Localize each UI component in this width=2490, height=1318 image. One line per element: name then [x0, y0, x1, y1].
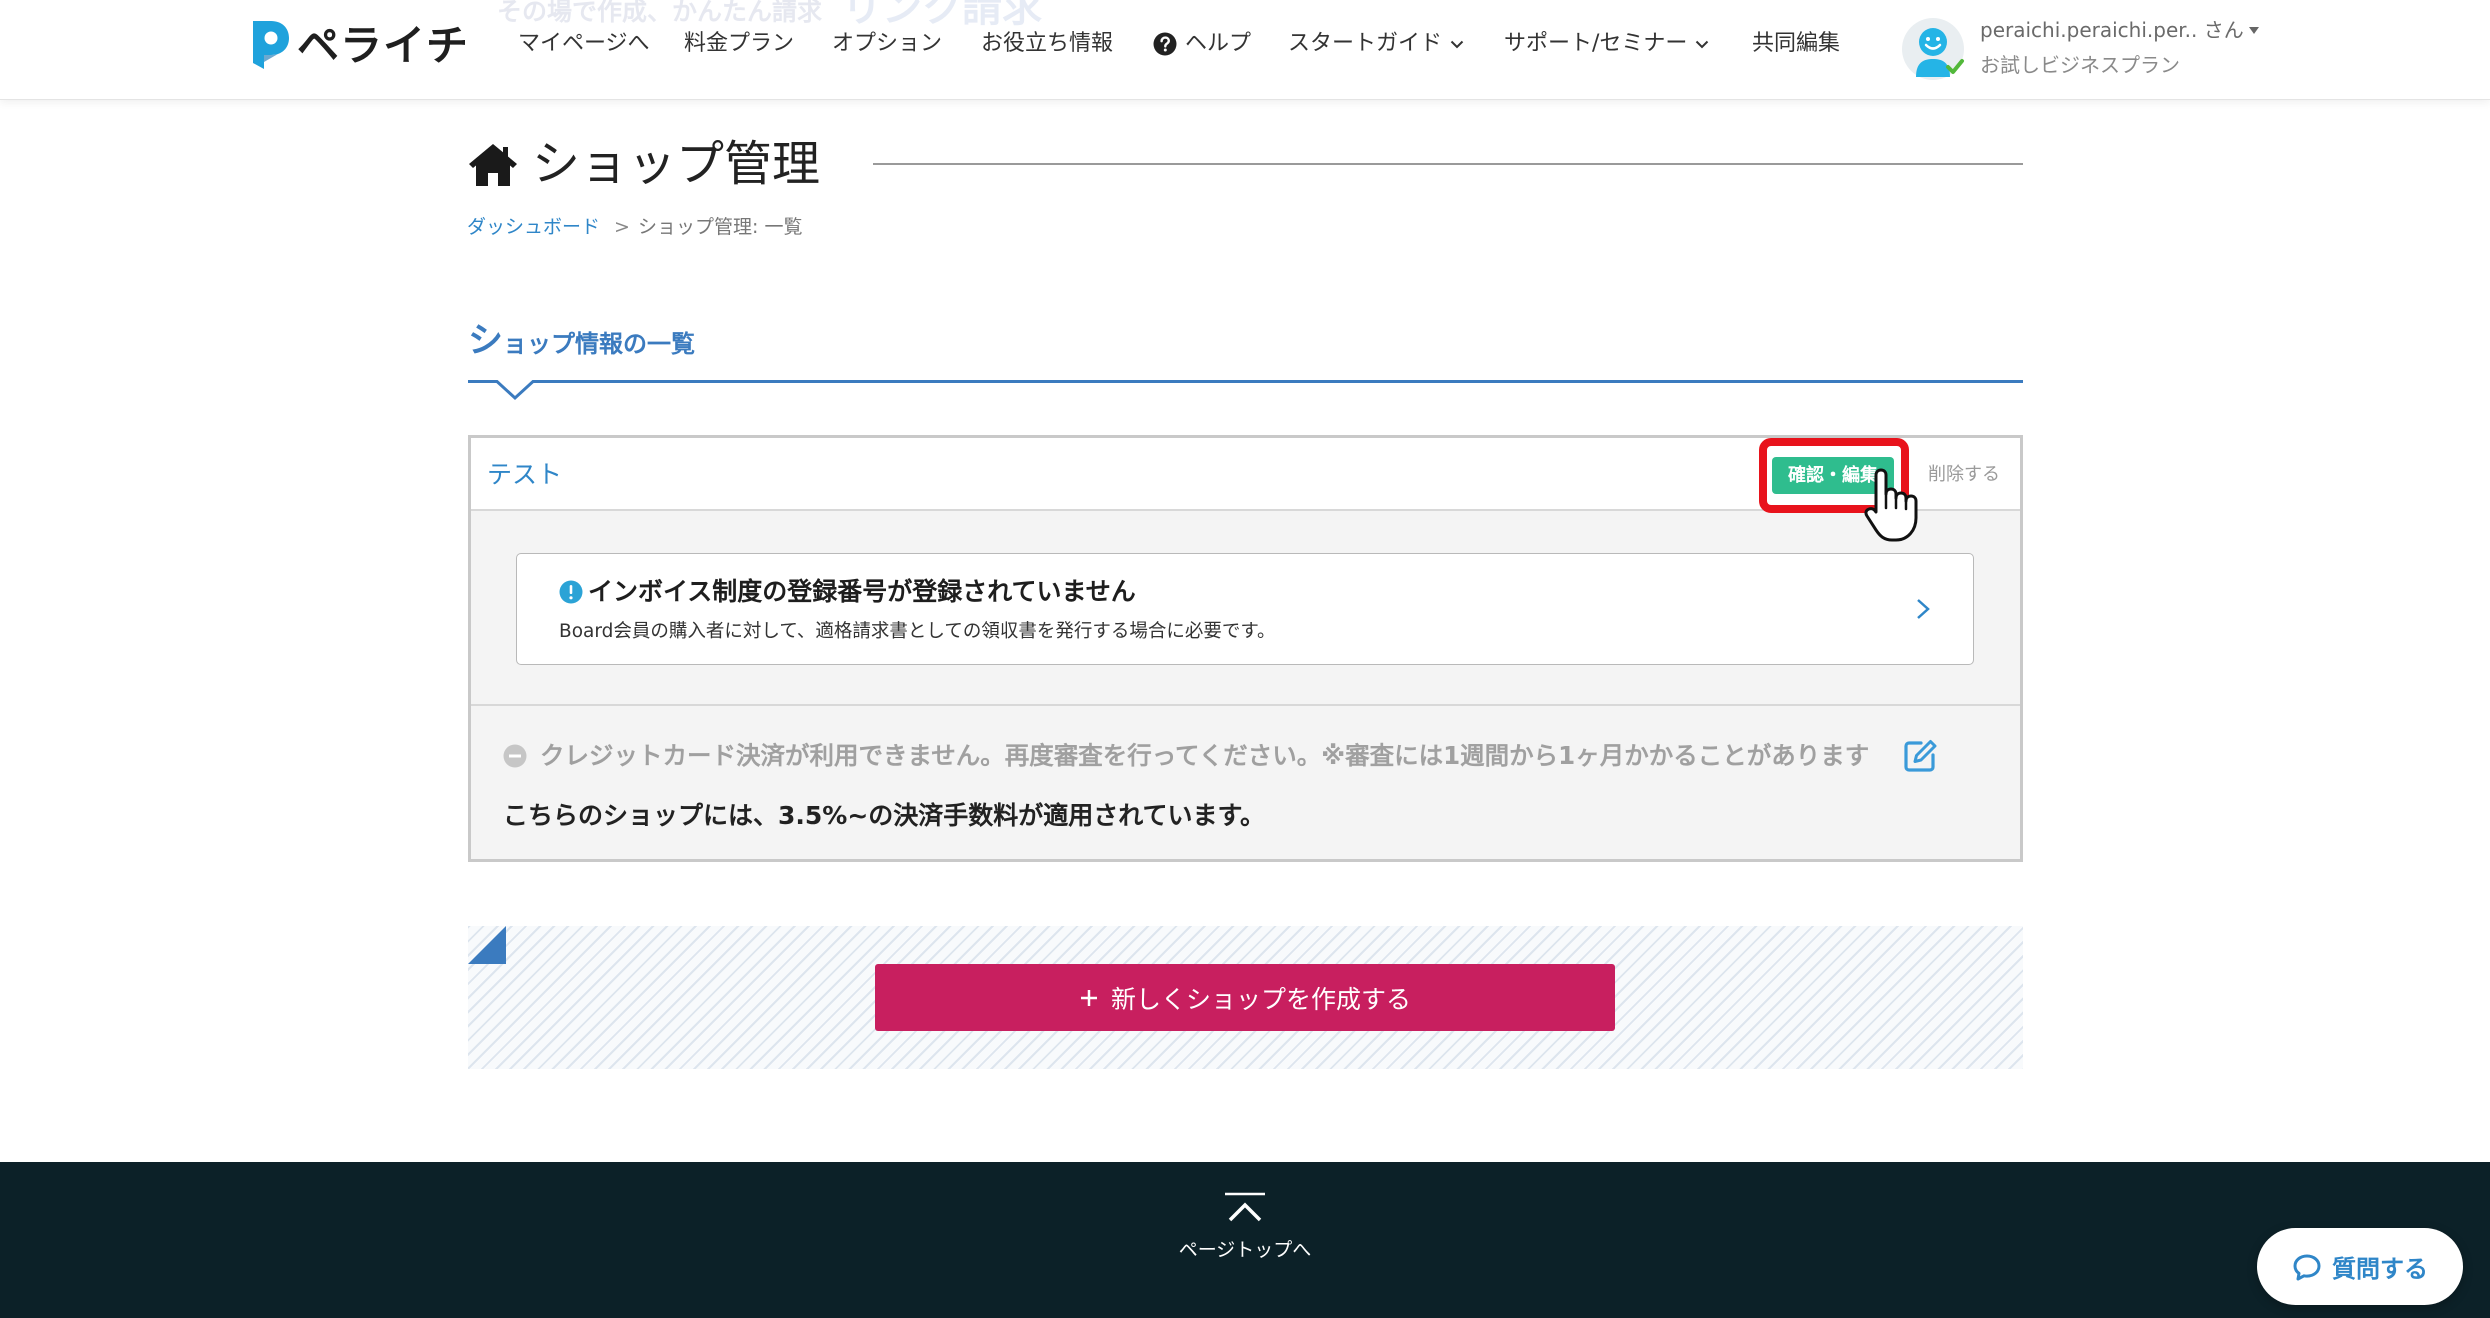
breadcrumb-dashboard[interactable]: ダッシュボード [467, 213, 600, 241]
page-top-link[interactable]: ページトップへ [1145, 1235, 1345, 1265]
nav-label: 料金プラン [684, 31, 795, 56]
invoice-notice[interactable]: インボイス制度の登録番号が登録されていません Board会員の購入者に対して、適… [516, 553, 1974, 665]
title-divider [873, 163, 2023, 165]
ask-question-button[interactable]: 質問する [2257, 1228, 2463, 1305]
corner-triangle-icon [468, 926, 506, 964]
nav-start-guide[interactable]: スタートガイド [1288, 28, 1464, 60]
nav-label: オプション [832, 31, 943, 56]
chevron-down-icon [1450, 40, 1464, 48]
nav-label: 共同編集 [1752, 31, 1841, 56]
chevron-right-icon [1917, 599, 1930, 619]
nav-label: スタートガイド [1288, 31, 1443, 56]
smiley-avatar-icon[interactable] [1901, 17, 1965, 81]
nav-co-editing[interactable]: 共同編集 [1752, 28, 1840, 60]
hand-pointer-icon [1864, 468, 1918, 542]
caret-down-icon [2248, 26, 2259, 34]
nav-mypage[interactable]: マイページへ [518, 28, 650, 60]
breadcrumb-current: ショップ管理: 一覧 [638, 216, 803, 238]
nav-label: マイページへ [518, 31, 650, 56]
create-shop-area: 新しくショップを作成する [468, 926, 2023, 1069]
plus-icon [1080, 989, 1097, 1006]
nav-help[interactable]: ヘルプ [1153, 28, 1251, 60]
help-circle-icon [1153, 32, 1177, 56]
promo-banner-tagline: その場で作成、かんたん請求 [497, 0, 823, 26]
section-notch-icon [493, 377, 537, 401]
page: その場で作成、かんたん請求 リンク請求 ペライチ マイページへ 料金プラン オプ… [0, 0, 2490, 1318]
nav-label: サポート/セミナー [1504, 31, 1688, 56]
edit-icon[interactable] [1901, 737, 1939, 775]
create-shop-button[interactable]: 新しくショップを作成する [875, 964, 1615, 1031]
ask-question-label: 質問する [2332, 1255, 2428, 1283]
nav-options[interactable]: オプション [832, 28, 942, 60]
section-heading: ショップ情報の一覧 [468, 321, 696, 361]
nav-useful-info[interactable]: お役立ち情報 [981, 28, 1113, 60]
chat-bubble-icon [2293, 1254, 2321, 1280]
chevron-up-icon[interactable] [1224, 1192, 1266, 1226]
fee-note: こちらのショップには、3.5%~の決済手数料が適用されています。 [503, 801, 1266, 830]
logo-text[interactable]: ペライチ [297, 20, 469, 72]
info-circle-icon [559, 580, 583, 604]
page-title: ショップ管理 [532, 136, 821, 192]
section-underline [468, 380, 2023, 383]
shop-name-link[interactable]: テスト [487, 459, 562, 491]
chevron-down-icon [1696, 40, 1709, 48]
nav-support-seminar[interactable]: サポート/セミナー [1504, 28, 1709, 60]
user-menu[interactable]: peraichi.peraichi.per.. さん [1980, 15, 2259, 45]
delete-shop-link[interactable]: 削除する [1928, 460, 2000, 490]
card-divider [471, 704, 2020, 706]
create-shop-label: 新しくショップを作成する [1110, 984, 1411, 1014]
user-plan: お試しビジネスプラン [1980, 53, 2180, 77]
user-name: peraichi.peraichi.per.. さん [1980, 18, 2244, 42]
nav-label: お役立ち情報 [981, 31, 1114, 56]
minus-circle-icon [503, 744, 527, 768]
notice-title: インボイス制度の登録番号が登録されていません [588, 577, 1136, 606]
peraichi-p-logo-icon[interactable] [249, 18, 291, 72]
notice-description: Board会員の購入者に対して、適格請求書としての領収書を発行する場合に必要です… [559, 621, 1276, 642]
nav-pricing[interactable]: 料金プラン [684, 28, 794, 60]
footer: ページトップへ [0, 1162, 2490, 1318]
credit-card-status: クレジットカード決済が利用できません。再度審査を行ってください。※審査には1週間… [540, 741, 1870, 770]
home-icon [469, 144, 517, 186]
nav-label: ヘルプ [1185, 31, 1252, 56]
breadcrumb-separator: > [614, 216, 630, 238]
global-header: その場で作成、かんたん請求 リンク請求 ペライチ マイページへ 料金プラン オプ… [0, 0, 2490, 100]
